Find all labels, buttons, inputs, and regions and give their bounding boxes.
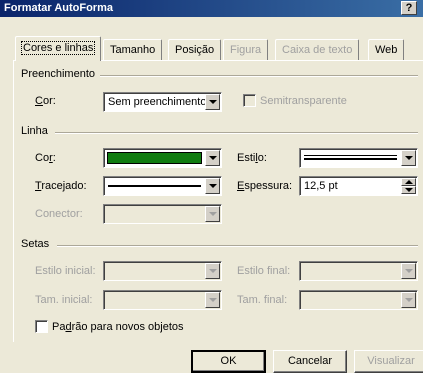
tab-colors-and-lines[interactable]: Cores e linhas xyxy=(15,36,102,61)
tab-label: Web xyxy=(375,44,398,56)
begin-size-label: Tam. inicial: xyxy=(35,294,93,306)
window-title: Formatar AutoForma xyxy=(4,2,113,14)
tab-label: Posição xyxy=(175,44,215,56)
chevron-down-icon[interactable] xyxy=(401,150,416,166)
fill-divider xyxy=(100,75,418,77)
chevron-down-icon xyxy=(205,292,220,308)
begin-style-label: Estilo inicial: xyxy=(35,265,96,277)
end-style-label: Estilo final: xyxy=(237,265,291,277)
chevron-down-icon[interactable] xyxy=(205,94,220,110)
tab-size[interactable]: Tamanho xyxy=(103,39,163,61)
arrows-section-label: Setas xyxy=(21,238,50,250)
begin-size-dropdown xyxy=(103,290,222,310)
dashed-label: Tracejado: xyxy=(35,180,87,192)
line-color-swatch xyxy=(107,152,202,164)
tab-picture: Figura xyxy=(223,39,269,61)
weight-value: 12,5 pt xyxy=(304,180,338,192)
default-for-new-objects-label: Padrão para novos objetos xyxy=(52,321,184,333)
tab-label: Figura xyxy=(230,44,262,56)
line-divider xyxy=(55,132,418,134)
end-style-dropdown xyxy=(299,261,418,281)
cancel-button[interactable]: Cancelar xyxy=(273,350,347,373)
chevron-down-icon xyxy=(401,263,416,279)
ok-button[interactable]: OK xyxy=(191,350,266,373)
title-bar[interactable]: Formatar AutoForma ? xyxy=(0,0,423,17)
end-size-dropdown xyxy=(299,290,418,310)
line-style-sample-thin xyxy=(304,155,397,156)
spin-down-icon[interactable] xyxy=(401,186,416,194)
semitransparent-checkbox xyxy=(243,94,256,107)
weight-spin-buttons xyxy=(401,178,416,194)
end-size-label: Tam. final: xyxy=(237,294,288,306)
help-button[interactable]: ? xyxy=(401,1,417,15)
chevron-down-icon xyxy=(205,263,220,279)
weight-spinner[interactable]: 12,5 pt xyxy=(299,176,418,196)
connector-label: Conector: xyxy=(35,208,83,220)
line-style-sample-thick xyxy=(304,158,397,160)
preview-button: Visualizar xyxy=(354,350,423,373)
chevron-down-icon xyxy=(205,206,220,222)
fill-color-dropdown[interactable]: Sem preenchimento xyxy=(103,92,222,112)
arrows-divider xyxy=(57,245,418,247)
spin-up-icon[interactable] xyxy=(401,178,416,186)
chevron-down-icon[interactable] xyxy=(205,178,220,194)
help-icon: ? xyxy=(405,2,413,14)
fill-color-value: Sem preenchimento xyxy=(108,96,207,108)
begin-style-dropdown xyxy=(103,261,222,281)
tab-label: Cores e linhas xyxy=(20,41,96,55)
fill-color-label: Cor: xyxy=(35,95,56,107)
tab-label: Caixa de texto xyxy=(282,44,353,56)
line-color-label: Cor: xyxy=(35,152,56,164)
line-style-dropdown[interactable] xyxy=(299,148,418,168)
chevron-down-icon xyxy=(401,292,416,308)
chevron-down-icon[interactable] xyxy=(205,150,220,166)
tab-text-box: Caixa de texto xyxy=(275,39,360,61)
connector-dropdown xyxy=(103,204,222,224)
dashed-dropdown[interactable] xyxy=(103,176,222,196)
tab-label: Tamanho xyxy=(110,44,156,56)
fill-section-label: Preenchimento xyxy=(21,68,95,80)
default-for-new-objects-checkbox[interactable] xyxy=(35,320,48,333)
weight-label: Espessura: xyxy=(237,180,293,192)
line-color-dropdown[interactable] xyxy=(103,148,222,168)
tab-web[interactable]: Web xyxy=(368,39,405,61)
line-style-label: Estilo: xyxy=(237,152,267,164)
dash-style-sample xyxy=(108,185,201,187)
line-section-label: Linha xyxy=(21,125,48,137)
format-autoshape-dialog: Formatar AutoForma ? Cores e linhas Tama… xyxy=(0,0,423,373)
tab-position[interactable]: Posição xyxy=(168,39,222,61)
semitransparent-label: Semitransparente xyxy=(260,95,347,107)
